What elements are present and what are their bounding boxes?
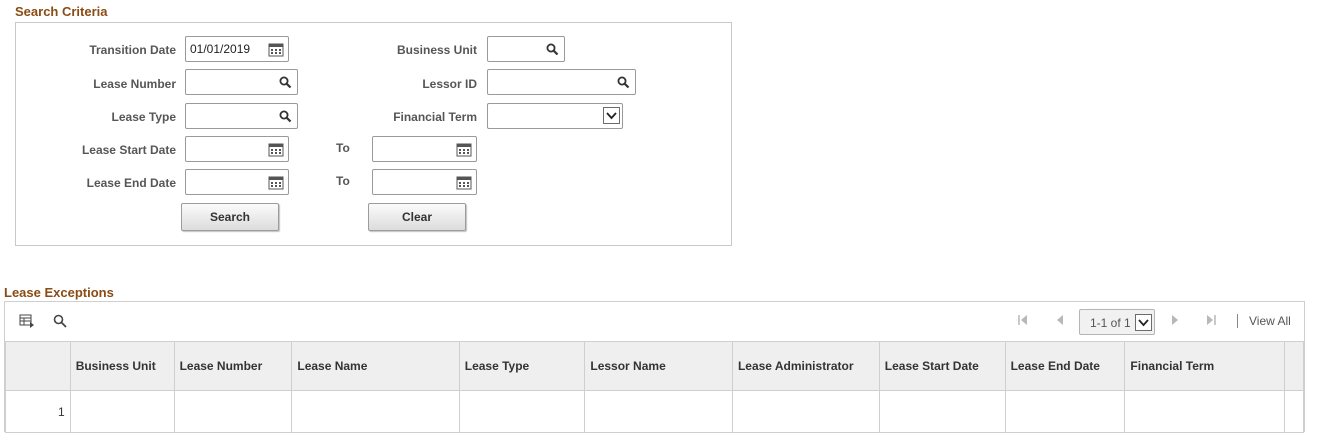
search-button[interactable]: Search xyxy=(181,203,279,231)
first-page-icon[interactable] xyxy=(1017,314,1029,329)
lease-type-field[interactable] xyxy=(185,103,298,129)
column-header-lease-end-date[interactable]: Lease End Date xyxy=(1004,341,1126,391)
lease-number-cell xyxy=(173,390,293,433)
search-criteria-panel: Transition Date Business Unit Lease Numb… xyxy=(15,22,732,246)
lease-type-cell xyxy=(458,390,586,433)
lease-end-date-from-field[interactable] xyxy=(185,169,289,195)
lessor-id-input[interactable] xyxy=(488,70,635,94)
table-row: 1 xyxy=(5,390,1305,433)
column-header-lessor-name[interactable]: Lessor Name xyxy=(584,341,733,391)
calendar-icon[interactable] xyxy=(267,141,285,158)
column-header-financial-term[interactable]: Financial Term xyxy=(1124,341,1285,391)
view-all-link[interactable]: View All xyxy=(1249,314,1291,328)
column-header-row-number xyxy=(5,341,71,391)
lease-exceptions-table: Business Unit Lease Number Lease Name Le… xyxy=(5,341,1305,433)
calendar-icon[interactable] xyxy=(455,174,473,191)
chevron-down-icon[interactable] xyxy=(1135,314,1152,331)
search-icon[interactable] xyxy=(276,108,294,125)
business-unit-cell xyxy=(69,390,175,433)
calendar-icon[interactable] xyxy=(267,174,285,191)
lease-start-date-to-field[interactable] xyxy=(372,136,477,162)
lessor-id-field[interactable] xyxy=(487,69,636,95)
search-icon[interactable] xyxy=(614,74,632,91)
spacer-cell xyxy=(1283,390,1305,433)
page-range-text: 1-1 of 1 xyxy=(1090,316,1131,330)
transition-date-label: Transition Date xyxy=(89,43,176,57)
lease-type-label: Lease Type xyxy=(111,110,176,124)
grid-personalize-icon[interactable] xyxy=(18,313,36,329)
table-header-row: Business Unit Lease Number Lease Name Le… xyxy=(5,341,1305,391)
financial-term-cell xyxy=(1124,390,1285,433)
previous-page-icon[interactable] xyxy=(1055,314,1065,329)
lease-start-date-to-label: To xyxy=(336,141,350,155)
column-header-lease-start-date[interactable]: Lease Start Date xyxy=(878,341,1006,391)
chevron-down-icon[interactable] xyxy=(603,107,620,124)
financial-term-label: Financial Term xyxy=(393,110,477,124)
lease-end-date-to-field[interactable] xyxy=(372,169,477,195)
financial-term-select[interactable] xyxy=(487,103,623,129)
next-page-icon[interactable] xyxy=(1170,314,1180,329)
search-criteria-title: Search Criteria xyxy=(15,4,108,19)
column-header-lease-number[interactable]: Lease Number xyxy=(173,341,293,391)
column-header-lease-name[interactable]: Lease Name xyxy=(291,341,460,391)
business-unit-label: Business Unit xyxy=(396,43,477,57)
lease-end-date-label: Lease End Date xyxy=(86,176,176,190)
clear-button[interactable]: Clear xyxy=(368,203,466,231)
lease-exceptions-grid: 1-1 of 1 View All Business Unit Lease Nu… xyxy=(4,301,1305,433)
lease-administrator-cell xyxy=(731,390,880,433)
toolbar-divider xyxy=(1237,314,1238,328)
lease-exceptions-title: Lease Exceptions xyxy=(4,285,114,300)
search-icon[interactable] xyxy=(276,74,294,91)
column-header-business-unit[interactable]: Business Unit xyxy=(69,341,175,391)
business-unit-field[interactable] xyxy=(487,36,565,62)
lessor-id-label: Lessor ID xyxy=(422,77,477,91)
column-header-lease-administrator[interactable]: Lease Administrator xyxy=(731,341,880,391)
column-header-lease-type[interactable]: Lease Type xyxy=(458,341,586,391)
grid-toolbar: 1-1 of 1 View All xyxy=(5,302,1304,341)
column-header-spacer xyxy=(1283,341,1305,391)
last-page-icon[interactable] xyxy=(1205,314,1217,329)
lessor-name-cell xyxy=(584,390,733,433)
page-range-select[interactable]: 1-1 of 1 xyxy=(1079,309,1155,335)
lease-number-field[interactable] xyxy=(185,69,298,95)
row-number-cell: 1 xyxy=(5,390,71,433)
search-icon[interactable] xyxy=(543,41,561,58)
calendar-icon[interactable] xyxy=(267,41,285,58)
lease-end-date-cell xyxy=(1004,390,1126,433)
search-icon[interactable] xyxy=(52,313,68,329)
calendar-icon[interactable] xyxy=(455,141,473,158)
lease-name-cell xyxy=(291,390,460,433)
transition-date-field[interactable] xyxy=(185,36,289,62)
lease-number-label: Lease Number xyxy=(93,77,176,91)
lease-start-date-from-field[interactable] xyxy=(185,136,289,162)
lease-start-date-label: Lease Start Date xyxy=(81,143,176,157)
lease-end-date-to-label: To xyxy=(336,174,350,188)
lease-start-date-cell xyxy=(878,390,1006,433)
